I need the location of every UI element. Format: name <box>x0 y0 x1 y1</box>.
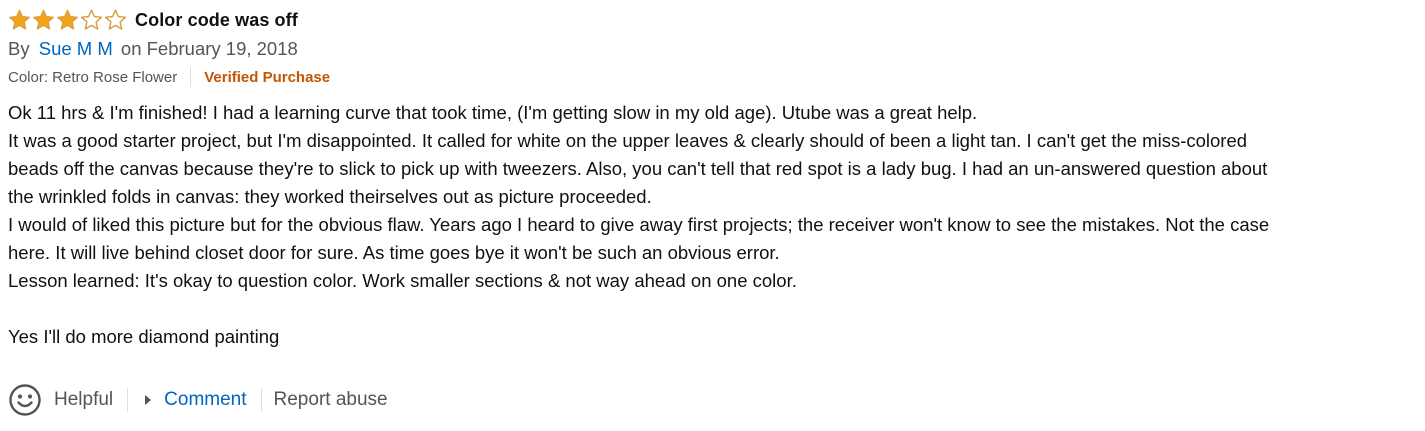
review-body-line: Lesson learned: It's okay to question co… <box>8 270 797 291</box>
review-body-line: Ok 11 hrs & I'm finished! I had a learni… <box>8 102 978 123</box>
action-divider <box>127 388 129 412</box>
star-empty-icon <box>80 9 103 30</box>
review-body-line: beads off the canvas because they're to … <box>8 158 1268 179</box>
review-header: Color code was off <box>8 6 1408 34</box>
review-body-line: the wrinkled folds in canvas: they worke… <box>8 186 652 207</box>
review: Color code was off By Sue M M on Februar… <box>8 6 1408 351</box>
star-filled-icon <box>57 9 78 30</box>
report-abuse-link[interactable]: Report abuse <box>274 389 388 411</box>
review-date: on February 19, 2018 <box>120 38 298 59</box>
comment-link[interactable]: Comment <box>164 389 246 411</box>
review-byline: By Sue M M on February 19, 2018 <box>8 36 1408 62</box>
review-body-line <box>8 295 1403 323</box>
review-title[interactable]: Color code was off <box>135 10 298 31</box>
review-body-line: Yes I'll do more diamond painting <box>8 326 280 347</box>
star-filled-icon <box>9 9 30 30</box>
verified-purchase-badge: Verified Purchase <box>204 68 331 86</box>
smiley-icon[interactable] <box>8 383 42 417</box>
review-body: Ok 11 hrs & I'm finished! I had a learni… <box>8 99 1403 351</box>
helpful-button[interactable]: Helpful <box>54 389 113 411</box>
byline-prefix: By <box>8 38 30 59</box>
meta-divider <box>190 67 192 87</box>
author-link[interactable]: Sue M M <box>39 38 113 59</box>
caret-right-icon[interactable] <box>145 395 152 405</box>
star-filled-icon <box>33 9 54 30</box>
star-empty-icon <box>104 9 127 30</box>
review-body-line: here. It will live behind closet door fo… <box>8 242 780 263</box>
review-meta: Color: Retro Rose Flower Verified Purcha… <box>8 65 1408 89</box>
review-actions: Helpful Comment Report abuse <box>8 383 388 417</box>
review-body-line: I would of liked this picture but for th… <box>8 214 1270 235</box>
review-body-line: It was a good starter project, but I'm d… <box>8 130 1248 151</box>
color-variant[interactable]: Color: Retro Rose Flower <box>8 69 177 86</box>
star-rating <box>8 9 128 31</box>
action-divider <box>260 388 262 412</box>
